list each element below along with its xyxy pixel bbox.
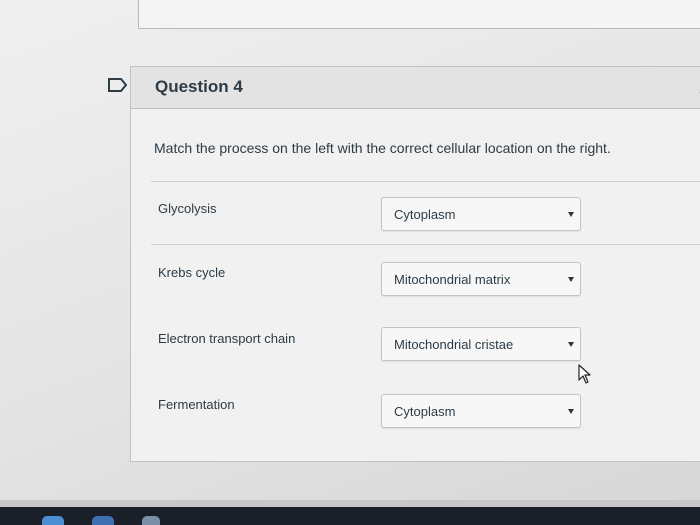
match-row: Fermentation Cytoplasm (131, 389, 700, 449)
divider (151, 181, 700, 182)
select-value: Mitochondrial cristae (394, 337, 514, 352)
location-select[interactable]: Mitochondrial matrix (381, 262, 581, 296)
match-row: Krebs cycle Mitochondrial matrix (131, 257, 700, 317)
location-select[interactable]: Cytoplasm (381, 197, 581, 231)
select-value: Cytoplasm (394, 207, 456, 222)
match-process-label: Electron transport chain (158, 331, 296, 346)
match-process-label: Glycolysis (158, 201, 217, 216)
screen-bezel-strip (0, 500, 700, 507)
caret-down-icon (568, 277, 574, 282)
caret-down-icon (568, 212, 574, 217)
location-select[interactable]: Cytoplasm (381, 394, 581, 428)
mouse-cursor-icon (578, 364, 591, 384)
taskbar-app-icon[interactable] (92, 516, 114, 525)
divider (151, 244, 700, 245)
question-header: Question 4 4 p (131, 67, 700, 109)
select-value: Cytoplasm (394, 404, 456, 419)
question-prompt: Match the process on the left with the c… (154, 140, 611, 156)
previous-question-card (138, 0, 700, 29)
select-value: Mitochondrial matrix (394, 272, 511, 287)
match-process-label: Fermentation (158, 397, 235, 412)
match-process-label: Krebs cycle (158, 265, 226, 280)
question-title: Question 4 (155, 77, 243, 96)
caret-down-icon (568, 342, 574, 347)
question-card: Question 4 4 p Match the process on the … (130, 66, 700, 462)
taskbar-app-icon[interactable] (142, 516, 160, 525)
taskbar (0, 507, 700, 525)
match-row: Electron transport chain Mitochondrial c… (131, 323, 700, 383)
taskbar-app-icon[interactable] (42, 516, 64, 525)
caret-down-icon (568, 409, 574, 414)
location-select[interactable]: Mitochondrial cristae (381, 327, 581, 361)
flag-question-icon[interactable] (107, 77, 129, 93)
